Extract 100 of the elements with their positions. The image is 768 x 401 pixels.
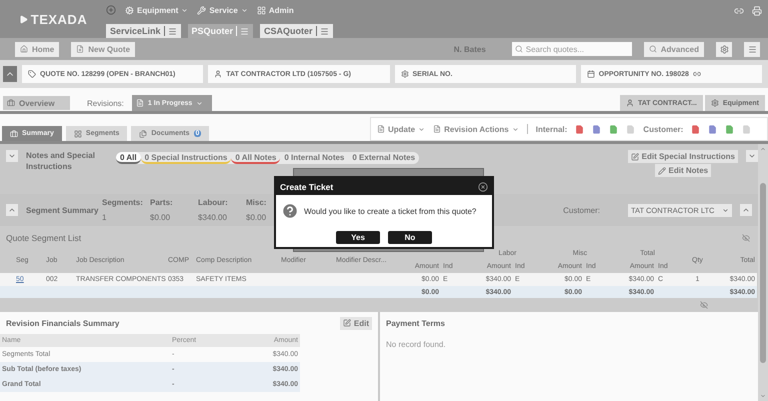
settings-icon	[720, 44, 728, 54]
internal-label: Internal:	[536, 124, 568, 134]
home-icon	[20, 45, 28, 53]
collapse-button[interactable]	[6, 204, 18, 216]
stat-label: Segments:	[102, 198, 144, 207]
chevron-up-icon	[8, 206, 16, 214]
new-file-icon	[76, 45, 84, 53]
hide-icon[interactable]	[742, 234, 750, 242]
expand-button[interactable]	[746, 150, 758, 162]
stat-value: $0.00	[150, 213, 172, 222]
link-icon[interactable]	[692, 70, 701, 78]
gear-icon	[710, 99, 719, 107]
nav-menu[interactable]: Service	[197, 6, 248, 14]
file-icon[interactable]	[691, 124, 700, 134]
section-title: Quote Segment List	[6, 232, 82, 242]
menu-icon	[748, 44, 756, 54]
section-title: Notes and Special Instructions	[26, 150, 96, 172]
section-title: Segment Summary	[26, 206, 96, 214]
grid-icon	[74, 130, 82, 138]
notes-filter[interactable]: 0 All	[116, 152, 141, 164]
panel-title: Payment Terms	[386, 318, 445, 328]
user-name: N. Bates	[454, 44, 486, 54]
notes-filter[interactable]: 0 Internal Notes	[280, 152, 348, 164]
edit-button[interactable]: Edit	[340, 316, 372, 330]
nav-menu[interactable]: Admin	[256, 6, 294, 14]
hide-icon[interactable]	[700, 301, 708, 309]
revision-actions-button[interactable]: Revision Actions	[433, 124, 519, 134]
empty-message: No record found.	[385, 339, 447, 351]
dialog-title: Create Ticket	[280, 182, 334, 192]
tag-icon	[28, 70, 36, 78]
menu-icon[interactable]	[240, 26, 250, 36]
pencil-icon	[658, 166, 666, 174]
collapse-button[interactable]	[740, 204, 752, 216]
close-icon[interactable]	[478, 182, 488, 192]
wrench-icon	[197, 6, 206, 14]
add-icon[interactable]	[106, 5, 116, 15]
document-icon	[433, 125, 442, 133]
app-tab[interactable]: ServiceLink	[106, 24, 181, 38]
settings-button[interactable]	[716, 42, 732, 56]
stat-label: Parts:	[150, 198, 174, 207]
menu-icon[interactable]	[168, 26, 177, 36]
caret-icon	[722, 206, 729, 214]
stat-label: Misc:	[246, 198, 268, 207]
print-icon[interactable]	[752, 6, 762, 16]
search-field[interactable]: Search quotes...	[512, 42, 632, 56]
file-icon[interactable]	[708, 124, 718, 134]
user-icon	[626, 99, 634, 107]
nav-menu[interactable]: Equipment	[125, 6, 188, 14]
panel-title: Revision Financials Summary	[6, 318, 120, 328]
advanced-search-button[interactable]: Advanced	[644, 42, 704, 56]
edit-notes-button[interactable]: Edit Notes	[654, 164, 712, 177]
search-icon	[514, 45, 523, 53]
gear-icon	[400, 70, 408, 78]
notes-filter[interactable]: 0 External Notes	[348, 152, 420, 164]
gear-icon	[125, 6, 134, 14]
update-button[interactable]: Update	[377, 124, 426, 134]
file-icon[interactable]	[575, 124, 584, 134]
link-icon[interactable]	[734, 6, 744, 16]
new-quote-button[interactable]: New Quote	[71, 42, 136, 56]
menu-button[interactable]	[744, 42, 760, 56]
app-tab[interactable]: PSQuoter	[188, 24, 254, 38]
chevron-up-icon	[742, 206, 750, 214]
stat-value: $0.00	[246, 213, 268, 222]
chevron-down-icon	[748, 152, 756, 160]
file-icon[interactable]	[609, 124, 618, 134]
stat-value: $340.00	[198, 213, 228, 222]
calendar-icon	[586, 70, 595, 78]
file-icon[interactable]	[725, 124, 734, 134]
dialog-message: Would you like to create a ticket from this quote?	[304, 206, 476, 216]
documents-icon	[139, 130, 148, 138]
scroll-down-icon[interactable]	[760, 393, 766, 399]
overview-tab[interactable]: Overview	[3, 96, 70, 110]
home-button[interactable]: Home	[15, 42, 60, 56]
caret-icon	[418, 126, 426, 132]
scrollbar[interactable]	[758, 144, 768, 401]
grid-icon	[256, 6, 266, 14]
menu-icon[interactable]	[320, 26, 329, 36]
user-icon	[214, 70, 222, 78]
search-icon	[648, 45, 657, 53]
yes-button[interactable]: Yes	[336, 230, 380, 244]
edit-icon	[342, 319, 351, 327]
notes-filter[interactable]: 0 All Notes	[231, 152, 280, 164]
scroll-up-icon[interactable]	[760, 146, 766, 152]
customer-label: Customer:	[643, 124, 684, 134]
expand-button[interactable]	[6, 150, 18, 162]
stat-value: 1	[102, 213, 108, 222]
edit-special-instructions-button[interactable]: Edit Special Instructions	[628, 150, 738, 163]
app-tab[interactable]: CSAQuoter	[260, 24, 333, 38]
logo: TEXADA	[0, 0, 106, 38]
caret-icon	[196, 100, 204, 106]
notes-filter[interactable]: 0 Special Instructions	[140, 152, 232, 164]
stat-label: Labour:	[198, 198, 229, 207]
question-icon	[281, 202, 299, 220]
chevron-down-icon	[8, 152, 16, 160]
collapse-button[interactable]	[3, 66, 17, 82]
file-icon[interactable]	[592, 124, 602, 134]
revisions-label: Revisions:	[87, 99, 124, 110]
no-button[interactable]: No	[388, 230, 432, 244]
briefcase-icon	[10, 130, 18, 138]
document-icon	[136, 99, 144, 107]
